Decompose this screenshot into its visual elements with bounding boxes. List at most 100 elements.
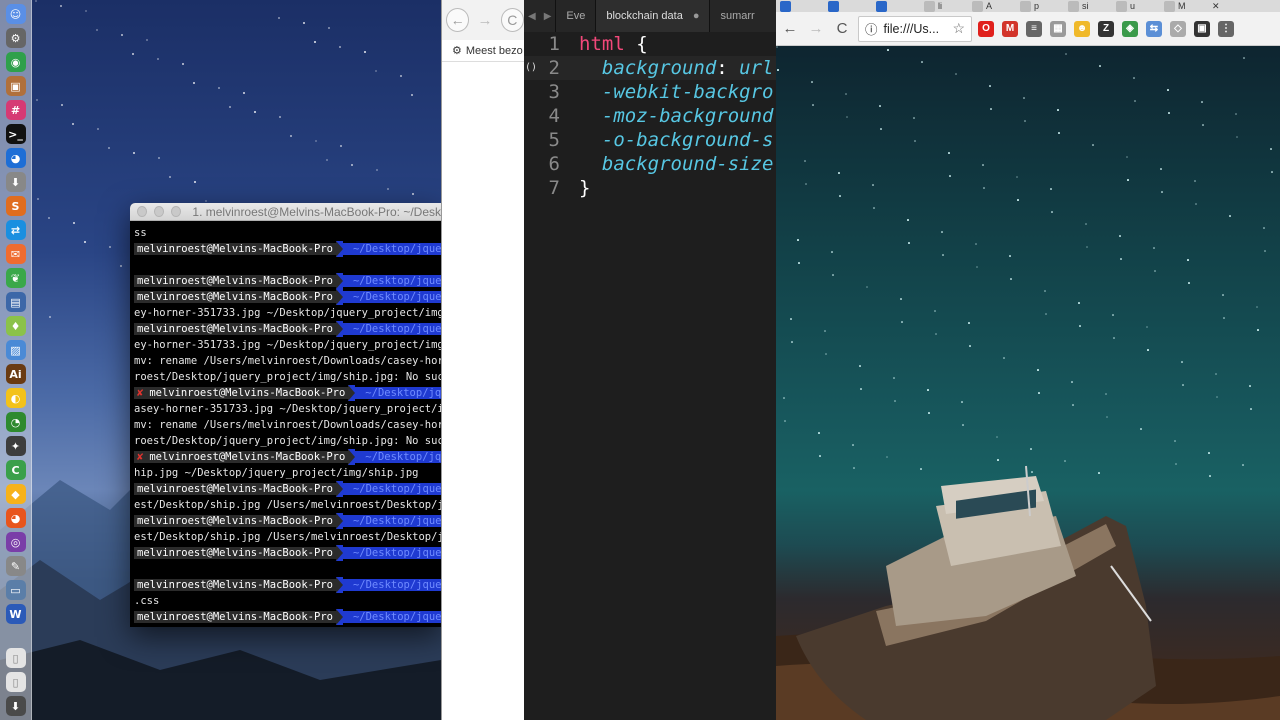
bookmark-star-icon[interactable]: ☆ (952, 20, 965, 37)
address-bar[interactable]: ⓘ file:///Us... ☆ (858, 15, 972, 42)
chrome-tab[interactable]: p (1020, 0, 1039, 12)
download-icon[interactable]: ⬇ (5, 696, 26, 716)
script-editor-icon[interactable]: ✎ (5, 556, 26, 576)
star (982, 164, 984, 166)
terminal-output[interactable]: ss melvinroest@Melvins-MacBook-Pro ~/Deskt… (130, 221, 441, 625)
color-ext-icon[interactable]: ◈ (1122, 20, 1138, 37)
virtualbox-icon[interactable]: ▤ (5, 292, 26, 312)
close-window-button[interactable] (137, 206, 148, 217)
star (351, 164, 353, 166)
z-ext-icon[interactable]: Z (1098, 20, 1114, 37)
illustrator-icon[interactable]: Ai (5, 364, 26, 384)
system-prefs-icon[interactable]: ⚙ (5, 28, 26, 48)
modified-dot-icon[interactable]: ● (693, 10, 700, 22)
chrome-window[interactable]: li Ap si u M ✕ ← → C ⓘ file:///Us... ☆ O M ≡ ▦ ☻ Z… (776, 0, 1280, 720)
reload-button[interactable]: C (500, 8, 524, 32)
prompt-user: melvinroest@Melvins-MacBook-Pro (146, 387, 349, 399)
nav-back-icon[interactable]: ◀ (528, 11, 536, 22)
chrome-tab[interactable]: A (972, 0, 992, 12)
chrome-tab[interactable] (876, 0, 890, 12)
firefox-blue-icon[interactable]: ◕ (5, 148, 26, 168)
android-icon[interactable]: ♦ (5, 316, 26, 336)
code-token: -webkit-backgro (579, 81, 774, 103)
opera-ext-icon[interactable]: O (978, 20, 994, 37)
grid-ext-icon[interactable]: ▦ (1050, 20, 1066, 37)
finder-icon[interactable]: ☺ (5, 4, 26, 24)
info-icon[interactable]: ⓘ (865, 19, 878, 38)
document2-icon[interactable]: ▯ (5, 672, 26, 692)
code-area[interactable]: 1 html {2 background: url() 3 -webkit-back… (524, 32, 776, 200)
prompt-path: ~/Desktop/jq (355, 451, 441, 463)
prompt-arrow-icon (335, 577, 343, 593)
chrome-tab[interactable]: li (924, 0, 942, 12)
editor-tab[interactable]: Eve (555, 0, 595, 32)
code-line[interactable]: 2 background: url() (524, 56, 776, 80)
chrome-tab[interactable]: u (1116, 0, 1135, 12)
nav-forward-icon[interactable]: ▶ (544, 11, 552, 22)
camtasia-icon[interactable]: C (5, 460, 26, 480)
gear-icon[interactable]: ⚙ (452, 44, 462, 57)
reload-button[interactable]: C (832, 20, 852, 37)
document-icon[interactable]: ▯ (5, 648, 26, 668)
evernote-icon[interactable]: ❦ (5, 268, 26, 288)
word-icon[interactable]: W (5, 604, 26, 624)
code-line[interactable]: 3 -webkit-backgro (524, 80, 776, 104)
tab-ext-icon[interactable]: ▣ (1194, 20, 1210, 37)
chrome-tab[interactable]: M (1164, 0, 1186, 12)
m-ext-icon[interactable]: M (1002, 20, 1018, 37)
star (832, 274, 834, 276)
terminal-icon[interactable]: >_ (5, 124, 26, 144)
installer-icon[interactable]: ⬇ (5, 172, 26, 192)
star (1112, 314, 1114, 316)
star (1270, 148, 1272, 150)
emoji-ext-icon[interactable]: ☻ (1074, 20, 1090, 37)
chrome-tab[interactable]: ✕ (1212, 0, 1220, 12)
zoom-window-button[interactable] (171, 206, 182, 217)
cyberduck-icon[interactable]: ◐ (5, 388, 26, 408)
chrome-tab[interactable]: si (1068, 0, 1089, 12)
terminal-titlebar[interactable]: 1. melvinroest@Melvins-MacBook-Pro: ~/De… (130, 203, 441, 221)
firefox-icon[interactable]: ◕ (5, 508, 26, 528)
slack-icon[interactable]: # (5, 100, 26, 120)
star (1209, 475, 1211, 477)
forward-button[interactable]: → (475, 12, 494, 29)
bookmark-item[interactable]: Meest bezo (466, 45, 523, 57)
code-editor[interactable]: ◀ ▶ Eve blockchain data ● sumarr 1 html {2… (524, 0, 776, 720)
menu-ext-icon[interactable]: ⋮ (1218, 20, 1234, 37)
back-button[interactable]: ← (780, 20, 800, 37)
background-browser-window[interactable]: ← → C ⚙ Meest bezo (441, 0, 524, 720)
terminal-window[interactable]: 1. melvinroest@Melvins-MacBook-Pro: ~/De… (130, 203, 441, 627)
chrome-icon[interactable]: ◉ (5, 52, 26, 72)
code-line[interactable]: 1 html { (524, 32, 776, 56)
editor-tab-active[interactable]: blockchain data ● (595, 0, 710, 32)
photos-icon[interactable]: ▨ (5, 340, 26, 360)
pacman-icon[interactable]: ◔ (5, 412, 26, 432)
star (315, 140, 317, 142)
chrome-tab[interactable] (780, 0, 794, 12)
editor-tab[interactable]: sumarr (709, 0, 764, 32)
forward-button[interactable]: → (806, 20, 826, 37)
teamviewer-icon[interactable]: ⇄ (5, 220, 26, 240)
postman-icon[interactable]: ✉ (5, 244, 26, 264)
scanner-icon[interactable]: ▭ (5, 580, 26, 600)
back-button[interactable]: ← (446, 8, 470, 32)
code-line[interactable]: 4 -moz-background (524, 104, 776, 128)
safari-icon[interactable]: ✦ (5, 436, 26, 456)
code-line[interactable]: 6 background-size (524, 152, 776, 176)
sketch-icon[interactable]: ◆ (5, 484, 26, 504)
editor-tab-label: Eve (566, 10, 586, 22)
notes-ext-icon[interactable]: ≡ (1026, 20, 1042, 37)
preview-icon[interactable]: ▣ (5, 76, 26, 96)
chrome-tab[interactable] (828, 0, 842, 12)
browser-toolbar: ← → C (442, 0, 524, 40)
star (340, 145, 342, 147)
tor-icon[interactable]: ◎ (5, 532, 26, 552)
code-line[interactable]: 7} (524, 176, 776, 200)
gutter-marker-icon: () (525, 62, 538, 73)
star (968, 322, 970, 324)
sublime-icon[interactable]: S (5, 196, 26, 216)
minimize-window-button[interactable] (154, 206, 165, 217)
translate-ext-icon[interactable]: ⇆ (1146, 20, 1162, 37)
code-line[interactable]: 5 -o-background-s (524, 128, 776, 152)
layers-ext-icon[interactable]: ◇ (1170, 20, 1186, 37)
